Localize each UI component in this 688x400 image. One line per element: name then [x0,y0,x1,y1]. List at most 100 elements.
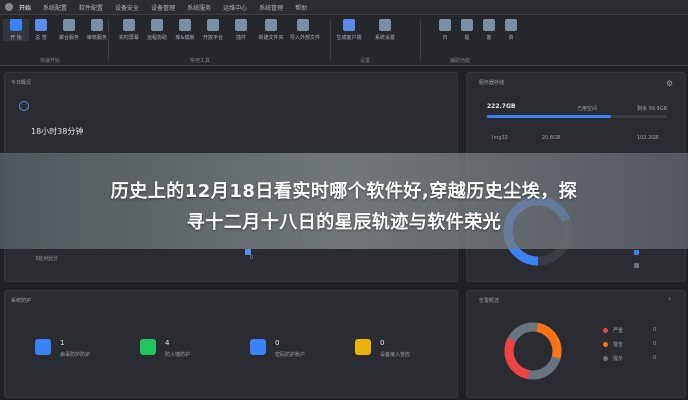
clock-icon [19,101,29,111]
storage-usage-fill [487,115,612,118]
legend-dot-icon [603,342,608,347]
tab-3[interactable]: 设备安全 [115,3,139,12]
remote-icon [151,19,163,31]
legend-label: 警告 [613,342,624,348]
download-icon [343,19,355,31]
ribbon-item-label: 审核服务 [86,35,107,41]
ribbon-group-3: 辅助功能 [450,58,471,64]
today-footer-left: 3处对比分 [35,256,59,262]
storage-row-left: Img32 [492,135,508,141]
system-item-count: 0 [275,339,280,347]
ribbon-item-label: 插件 [235,35,246,41]
ribbon-item-5[interactable]: 远程协助 [144,19,170,41]
ribbon-divider [420,19,421,61]
ribbon-item-11[interactable]: 生成客户端 [336,19,362,41]
ribbon-item-0[interactable]: 开 始 [3,19,29,41]
ribbon-item-label: 生成客户端 [336,35,362,41]
ribbon-item-1[interactable]: 总 览 [28,19,54,41]
tab-2[interactable]: 软件配置 [79,3,103,12]
library-icon [179,19,191,31]
ribbon-item-8[interactable]: 插件 [228,19,254,41]
ribbon-item-16[interactable]: 资 [498,19,524,41]
system-item-label: 设备接入管控 [380,352,411,358]
ribbon-item-3[interactable]: 审核服务 [84,19,110,41]
headline-line-1: 历史上的12月18日看实时哪个软件好,穿越历史尘埃，探 [110,181,578,202]
ribbon-item-7[interactable]: 开放平台 [200,19,226,41]
ribbon-item-label: 开放平台 [202,35,223,41]
tab-8[interactable]: 帮助 [295,3,307,12]
ribbon-item-label: 聚合服务 [58,35,79,41]
ribbon-item-9[interactable]: 新建文件夹 [258,19,284,41]
legend-value: 0 [653,327,657,333]
ribbon-divider [330,19,331,61]
ribbon-item-label: 导入外部文件 [290,35,321,41]
alerts-ring-chart [504,322,562,380]
ribbon-toolbar: 开 始 总 览 聚合服务 审核服务 实时屏幕 远程协助 库&模板 开放平台 插件 新建文件夹 导入外… [0,15,688,66]
legend-free-icon [634,263,639,268]
tab-0[interactable]: 开始 [19,3,31,12]
legend-used-icon [634,250,639,255]
client-icon [483,19,495,31]
calendar-icon [439,19,451,31]
storage-free-label: 剩余 99.9GB [637,106,668,112]
ribbon-divider [108,19,109,61]
ribbon-group-1: 常用工具 [190,58,211,64]
ribbon-item-label: 新建文件夹 [258,35,284,41]
alerts-more-chevron-icon[interactable]: › [668,295,671,303]
legend-value: 0 [653,355,657,361]
system-item-count: 1 [60,339,65,347]
system-title: 系统防护 [11,298,32,304]
storage-used-label: 已用空间 [577,106,598,112]
ribbon-group-2: 设置 [360,58,371,64]
legend-dot-icon [603,328,608,333]
tab-4[interactable]: 设备管理 [151,3,175,12]
tab-1[interactable]: 系统配置 [43,3,67,12]
plugin-icon [235,19,247,31]
storage-title: 服务器存储 [479,80,505,86]
alerts-title: 告警概述 [479,298,500,304]
ribbon-item-12[interactable]: 系统设置 [372,19,398,41]
system-item-label: 病毒防护防护 [60,352,91,358]
shield-icon[interactable] [35,339,51,355]
ribbon-item-label: 开 始 [10,35,22,41]
home-icon [10,19,22,31]
ribbon-item-label: 实时屏幕 [118,35,139,41]
headline-banner: 历史上的12月18日看实时哪个软件好,穿越历史尘埃，探 寻十二月十八日的星辰轨迹… [0,153,688,249]
ribbon-item-6[interactable]: 库&模板 [172,19,198,41]
ribbon-item-2[interactable]: 聚合服务 [56,19,82,41]
system-item-label: 防火墙防护 [165,352,191,358]
ribbon-item-label: 资 [508,35,514,41]
ribbon-item-label: 库&模板 [175,35,195,41]
notice-icon [461,19,473,31]
today-duration: 18小时38分钟 [31,127,84,136]
system-item-count: 0 [380,339,385,347]
legend-label: 提示 [613,356,624,362]
app-logo-icon [5,3,13,11]
gear-icon [379,19,391,31]
monitor-icon [123,19,135,31]
ribbon-item-10[interactable]: 导入外部文件 [290,19,321,41]
firewall-icon[interactable] [140,339,156,355]
overview-icon [35,19,47,31]
item-icon [245,249,251,255]
system-item-label: 密码防护账户 [275,352,306,358]
storage-settings-gear-icon[interactable]: ⚙ [666,79,673,88]
ribbon-item-label: 系统设置 [374,35,395,41]
ribbon-item-4[interactable]: 实时屏幕 [116,19,142,41]
tab-6[interactable]: 运维中心 [223,3,247,12]
device-icon[interactable] [355,339,371,355]
storage-used: 222.7GB [487,103,516,110]
ribbon-item-label: 远程协助 [146,35,167,41]
tab-5[interactable]: 系统服务 [187,3,211,12]
alerts-panel: 告警概述 › 严重 0 警告 0 提示 0 [466,290,686,398]
platform-icon [207,19,219,31]
today-footer-mid: 0 [250,255,254,261]
legend-value: 0 [653,341,657,347]
legend-dot-icon [603,356,608,361]
import-icon [297,19,309,31]
legend-label: 严重 [613,328,624,334]
headline-line-2: 寻十二月十八日的星辰轨迹与软件荣光 [186,212,502,233]
tab-7[interactable]: 系统管理 [259,3,283,12]
grid-icon [63,19,75,31]
account-icon[interactable] [250,339,266,355]
